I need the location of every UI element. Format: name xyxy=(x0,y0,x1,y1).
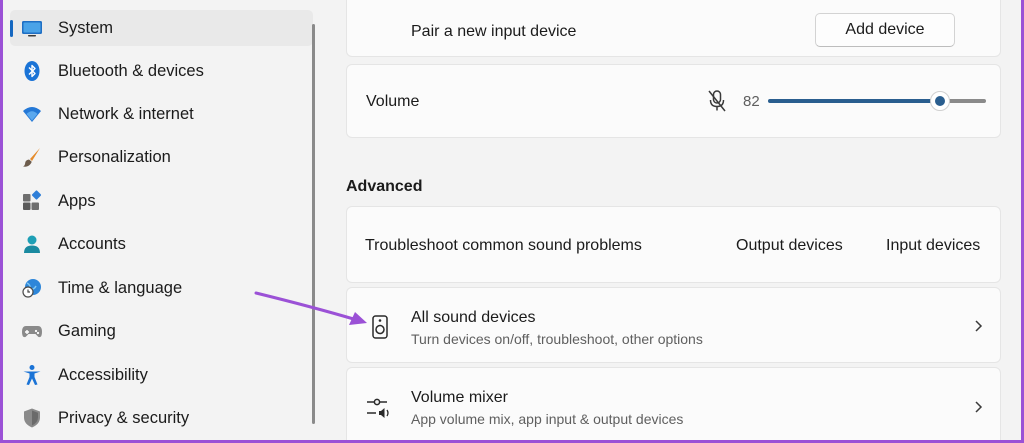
pair-input-device-label: Pair a new input device xyxy=(411,23,577,40)
sidebar-item-label: Privacy & security xyxy=(58,409,190,427)
sidebar-nav: System Bluetooth & devices Network & int… xyxy=(3,0,315,440)
input-devices-link[interactable]: Input devices xyxy=(886,237,980,255)
output-devices-link[interactable]: Output devices xyxy=(736,237,843,255)
wifi-icon xyxy=(23,107,41,122)
annotation-arrow xyxy=(254,291,367,325)
speaker-icon xyxy=(372,315,388,339)
sidebar-item-label: Gaming xyxy=(58,322,116,340)
sidebar-item-label: Accessibility xyxy=(58,366,148,384)
advanced-section-title: Advanced xyxy=(346,178,423,195)
sidebar-item-label: Accounts xyxy=(58,235,126,253)
sidebar-item-label: Personalization xyxy=(58,148,171,166)
mixer-sliders-icon xyxy=(367,398,389,418)
globe-clock-icon xyxy=(22,279,41,298)
volume-mixer-card[interactable]: Volume mixer App volume mix, app input &… xyxy=(346,367,1001,440)
sidebar-item-system[interactable]: System xyxy=(10,10,313,46)
sidebar-item-privacy[interactable]: Privacy & security xyxy=(10,400,313,436)
bluetooth-icon xyxy=(24,61,40,81)
sidebar-item-label: Bluetooth & devices xyxy=(58,62,204,80)
all-sound-devices-card[interactable]: All sound devices Turn devices on/off, t… xyxy=(346,287,1001,363)
system-monitor-icon xyxy=(22,21,42,37)
volume-mixer-title: Volume mixer xyxy=(411,389,508,406)
volume-slider[interactable] xyxy=(768,91,986,111)
apps-icon xyxy=(23,190,42,210)
brush-icon xyxy=(23,148,40,167)
shield-icon xyxy=(24,408,40,428)
volume-label: Volume xyxy=(366,93,420,110)
volume-slider-thumb[interactable] xyxy=(930,91,950,111)
accessibility-icon xyxy=(23,365,41,385)
volume-slider-fill xyxy=(768,99,934,103)
sidebar-item-label: Apps xyxy=(58,192,96,210)
sidebar-item-personalization[interactable]: Personalization xyxy=(10,139,313,175)
chevron-right-icon xyxy=(975,320,983,332)
all-sound-devices-subtitle: Turn devices on/off, troubleshoot, other… xyxy=(411,331,703,347)
troubleshoot-card: Troubleshoot common sound problems Outpu… xyxy=(346,206,1001,283)
all-sound-devices-title: All sound devices xyxy=(411,309,536,326)
person-icon xyxy=(24,235,40,253)
volume-slider-track xyxy=(946,99,986,103)
add-device-button[interactable]: Add device xyxy=(815,13,955,47)
volume-value: 82 xyxy=(743,93,760,110)
sidebar-item-accounts[interactable]: Accounts xyxy=(10,226,313,262)
sidebar-item-accessibility[interactable]: Accessibility xyxy=(10,357,313,393)
sidebar-item-bluetooth[interactable]: Bluetooth & devices xyxy=(10,53,313,89)
troubleshoot-label: Troubleshoot common sound problems xyxy=(365,237,642,254)
pair-input-device-card: Pair a new input device Add device xyxy=(346,0,1001,57)
sidebar-scrollbar[interactable] xyxy=(312,24,315,424)
volume-mixer-subtitle: App volume mix, app input & output devic… xyxy=(411,411,684,427)
gamepad-icon xyxy=(22,326,42,338)
sidebar-item-label: Network & internet xyxy=(58,105,194,123)
sidebar-item-label: Time & language xyxy=(58,279,183,297)
sidebar-item-label: System xyxy=(58,19,114,37)
sidebar-item-apps[interactable]: Apps xyxy=(10,183,313,219)
microphone-muted-icon[interactable] xyxy=(707,89,727,113)
input-volume-card: Volume 82 xyxy=(346,64,1001,138)
sidebar-item-network[interactable]: Network & internet xyxy=(10,96,313,132)
active-indicator xyxy=(10,20,13,37)
chevron-right-icon xyxy=(975,401,983,413)
settings-window: System Bluetooth & devices Network & int… xyxy=(3,0,1021,440)
